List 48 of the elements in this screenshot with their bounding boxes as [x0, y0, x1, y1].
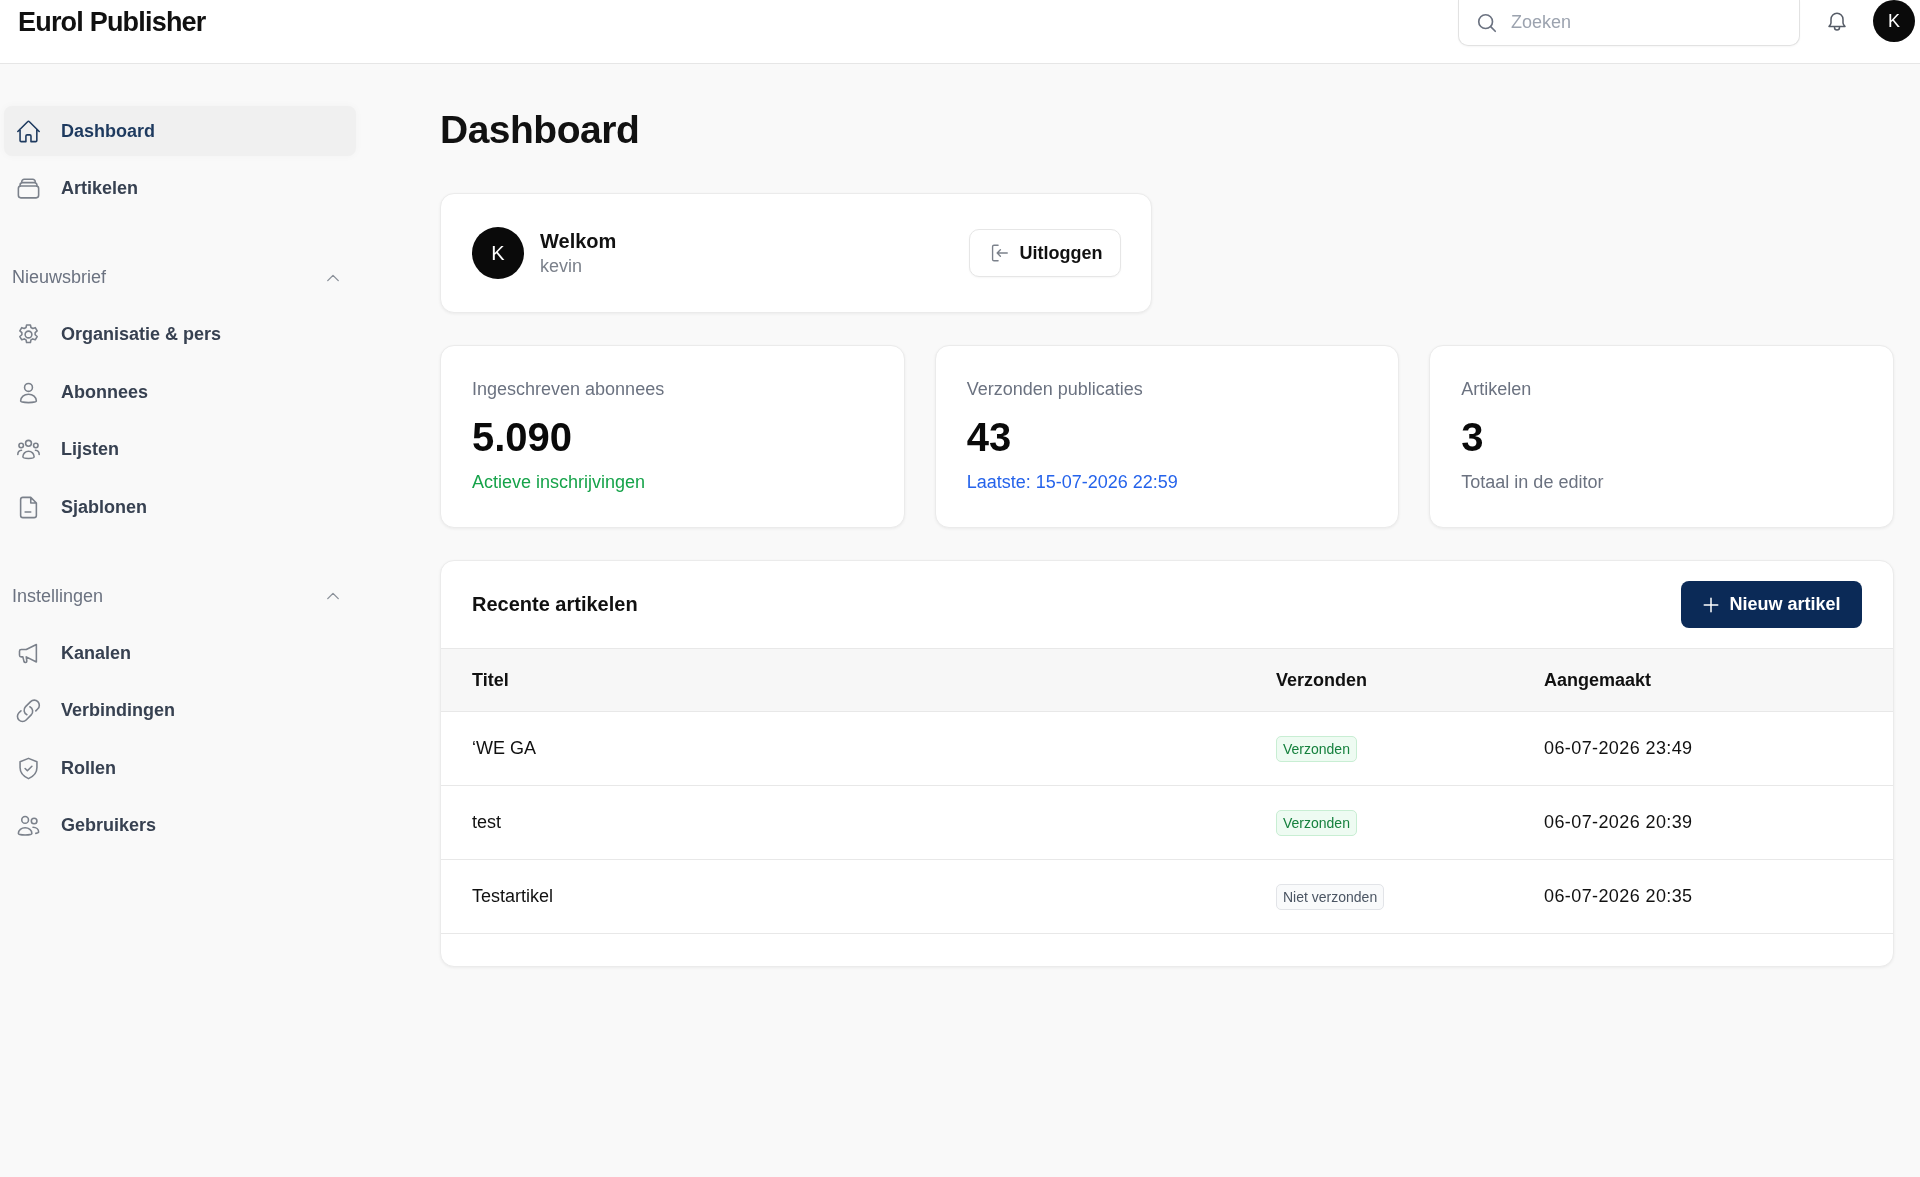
created-date: 06-07-2026 23:49	[1544, 738, 1693, 759]
sidebar-item[interactable]: Lijsten	[4, 424, 356, 475]
sidebar-item[interactable]: Sjablonen	[4, 482, 356, 532]
sidebar-item[interactable]: Rollen	[4, 743, 356, 793]
sidebar-item[interactable]: Artikelen	[4, 163, 356, 214]
card-title: Recente artikelen	[472, 593, 638, 616]
column-header[interactable]: Aangemaakt	[1544, 669, 1652, 691]
column-header[interactable]: Titel	[472, 669, 509, 691]
created-date: 06-07-2026 20:39	[1544, 812, 1693, 833]
article-title: test	[472, 812, 501, 833]
section-header[interactable]: Nieuwsbrief	[4, 255, 356, 300]
plus-icon	[1702, 595, 1721, 614]
search-field[interactable]: Zoeken	[1458, 0, 1800, 46]
created-date: 06-07-2026 20:35	[1544, 886, 1693, 907]
sidebar-item[interactable]: Verbindingen	[4, 685, 356, 736]
user-avatar[interactable]: K	[1873, 0, 1915, 42]
sidebar-item[interactable]: Dashboard	[4, 106, 356, 156]
sidebar-item[interactable]: Kanalen	[4, 628, 356, 678]
welcome-title: Welkom	[540, 229, 617, 254]
sidebar-item[interactable]: Organisatie & pers	[4, 309, 356, 360]
app-title: Eurol Publisher	[18, 6, 207, 39]
article-title: ‘WE GA	[472, 738, 536, 759]
status-badge: Verzonden	[1276, 735, 1357, 762]
stat-label: Verzonden publicaties	[966, 378, 1144, 400]
article-title: Testartikel	[472, 886, 554, 907]
link-icon	[15, 697, 42, 724]
new-article-button[interactable]: Nieuw artikel	[1681, 581, 1862, 628]
status-badge: Verzonden	[1276, 809, 1357, 836]
stat-note: Totaal in de editor	[1461, 471, 1605, 493]
section-header[interactable]: Instellingen	[4, 574, 356, 618]
stat-label: Ingeschreven abonnees	[472, 378, 666, 400]
status-badge: Niet verzonden	[1276, 883, 1385, 910]
stack-icon	[15, 175, 42, 202]
user-avatar: K	[472, 227, 524, 279]
stat-note: Actieve inschrijvingen	[472, 471, 647, 493]
column-header[interactable]: Verzonden	[1276, 669, 1368, 691]
user-name: kevin	[540, 255, 584, 278]
stat-label: Artikelen	[1461, 378, 1533, 400]
logout-button[interactable]: Uitloggen	[969, 229, 1121, 277]
stat-value: 43	[966, 414, 1013, 461]
stat-value: 3	[1461, 414, 1485, 461]
stat-value: 5.090	[472, 414, 574, 461]
search-icon	[1476, 12, 1498, 34]
sidebar-item[interactable]: Gebruikers	[4, 800, 356, 851]
sidebar-item[interactable]: Abonnees	[4, 367, 356, 417]
page-title: Dashboard	[440, 107, 641, 153]
stat-note: Laatste: 15-07-2026 22:59	[966, 471, 1179, 493]
bell-icon[interactable]	[1825, 10, 1849, 34]
